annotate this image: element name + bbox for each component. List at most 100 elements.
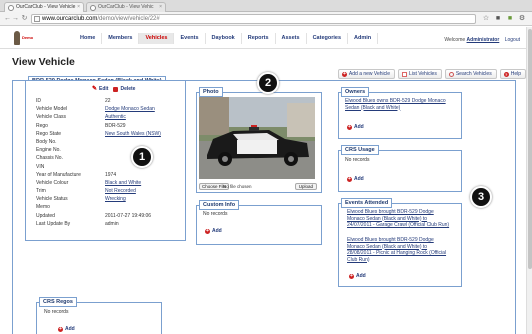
nav-admin[interactable]: Admin — [348, 33, 379, 44]
field-label: Rego State — [36, 130, 62, 137]
vehicle-field-row: Engine No. — [33, 146, 183, 154]
browser-tab-active[interactable]: OurCarClub - View Vehicle × — [4, 2, 84, 12]
crs-regos-add-button[interactable]: + Add — [58, 326, 75, 332]
field-label: ID — [36, 98, 41, 104]
forward-icon[interactable]: → — [11, 14, 20, 23]
logo-figure-icon — [14, 31, 20, 45]
address-bar[interactable]: www.ourcarclub.com/demo/view/vehicle/22# — [31, 14, 476, 24]
page-title: View Vehicle — [12, 56, 75, 68]
crs-usage-empty: No records — [345, 157, 370, 163]
vehicle-field-row: Vehicle Colour Black and White — [33, 179, 183, 187]
extension-icon[interactable]: ■ — [506, 15, 514, 23]
events-add-button[interactable]: + Add — [349, 273, 366, 279]
page-scrollbar[interactable] — [526, 27, 532, 334]
search-icon — [448, 71, 454, 77]
owners-add-button[interactable]: + Add — [347, 124, 364, 130]
field-label: Last Update By — [36, 220, 71, 227]
edit-label: Edit — [99, 86, 109, 92]
field-value: admin — [105, 220, 119, 227]
vehicle-field-row: Chassis No. — [33, 154, 183, 162]
field-label: Vehicle Model — [36, 106, 68, 113]
help-button[interactable]: ? Help — [499, 69, 526, 79]
scrollbar-thumb[interactable] — [528, 29, 532, 269]
nav-reports[interactable]: Reports — [242, 33, 276, 44]
favicon-icon — [8, 5, 14, 11]
close-tab-icon[interactable]: × — [77, 4, 80, 10]
add-icon: + — [349, 272, 354, 279]
callout-1: 1 — [131, 146, 153, 168]
photo-title: Photo — [199, 87, 223, 97]
delete-button[interactable]: Delete — [113, 86, 135, 92]
browser-tab-inactive[interactable]: OurCarClub - View Vehic × — [86, 2, 166, 12]
bookmark-star-icon[interactable]: ☆ — [482, 15, 490, 23]
vehicle-field-row: Rego BDR-529 — [33, 122, 183, 130]
nav-members[interactable]: Members — [102, 33, 140, 44]
add-icon: + — [205, 227, 210, 234]
nav-assets[interactable]: Assets — [276, 33, 307, 44]
nav-daybook[interactable]: Daybook — [206, 33, 242, 44]
custom-info-add-button[interactable]: + Add — [205, 228, 222, 234]
field-value[interactable]: Not Recorded — [105, 187, 136, 195]
wrench-icon[interactable]: ⚙ — [518, 15, 526, 23]
vehicle-field-row: VIN — [33, 163, 183, 171]
search-vehicles-button[interactable]: Search Vehicles — [444, 69, 497, 79]
edit-button[interactable]: ✎ Edit — [92, 86, 109, 93]
logout-link[interactable]: Logout — [505, 37, 520, 43]
file-status: No file chosen — [223, 184, 252, 189]
user-link[interactable]: Administrator — [467, 37, 500, 43]
crs-regos-body: No records — [42, 307, 156, 317]
field-label: Trim — [36, 188, 46, 195]
favicon-icon — [90, 5, 96, 11]
app-header: Demo Home Members Vehicles Events Dayboo… — [0, 27, 532, 49]
field-value[interactable]: Dodge Monaco Sedan — [105, 105, 155, 113]
owners-add-label: Add — [354, 124, 364, 130]
field-label: Chassis No. — [36, 155, 63, 162]
club-logo[interactable]: Demo — [12, 31, 38, 45]
extension-icon[interactable]: ■ — [494, 15, 502, 23]
field-value[interactable]: Authentic — [105, 113, 126, 121]
page-icon — [34, 16, 40, 22]
welcome-text: Welcome Administrator Logout — [444, 37, 520, 43]
crs-usage-add-button[interactable]: + Add — [347, 176, 364, 182]
main-nav: Home Members Vehicles Events Daybook Rep… — [74, 33, 379, 44]
vehicle-field-row: Vehicle Model Dodge Monaco Sedan — [33, 105, 183, 113]
field-value[interactable]: New South Wales (NSW) — [105, 130, 161, 138]
custom-info-empty: No records — [203, 211, 228, 217]
vehicle-field-row: ID 22 — [33, 97, 183, 105]
vehicle-fields: ID 22 Vehicle Model Dodge Monaco Sedan Vehic… — [33, 97, 183, 228]
nav-categories[interactable]: Categories — [307, 33, 349, 44]
browser-toolbar: ← → ↻ www.ourcarclub.com/demo/view/vehic… — [0, 12, 532, 26]
add-icon: + — [58, 325, 63, 332]
nav-events[interactable]: Events — [174, 33, 206, 44]
upload-button[interactable]: Upload — [294, 183, 317, 190]
nav-vehicles[interactable]: Vehicles — [139, 33, 175, 44]
list-vehicles-button[interactable]: List Vehicles — [398, 69, 442, 79]
events-title: Events Attended — [341, 198, 393, 208]
event-link[interactable]: Elwood Blues brought BDR-529 Dodge Monac… — [347, 209, 451, 229]
photo-upload-row: Choose File No file chosen Upload — [199, 183, 318, 190]
vehicle-field-row: Body No. — [33, 138, 183, 146]
trash-icon — [113, 86, 119, 92]
help-label: Help — [510, 71, 521, 77]
logo-text: Demo — [22, 35, 34, 40]
browser-tab-bar: OurCarClub - View Vehicle × OurCarClub -… — [0, 0, 532, 12]
vehicle-field-row: Updated 2011-07-27 19:49:06 — [33, 212, 183, 220]
add-icon: + — [347, 123, 352, 130]
browser-tab-label: OurCarClub - View Vehic — [98, 4, 154, 10]
nav-home[interactable]: Home — [74, 33, 103, 44]
field-value[interactable]: Wrecking — [105, 195, 126, 203]
url-path: /demo/view/vehicle/22# — [97, 16, 160, 22]
field-label: VIN — [36, 163, 45, 170]
add-vehicle-button[interactable]: + Add a new Vehicle — [337, 69, 396, 79]
delete-label: Delete — [120, 86, 136, 92]
reload-icon[interactable]: ↻ — [20, 14, 29, 23]
event-link[interactable]: Elwood Blues brought BDR-529 Dodge Monac… — [347, 237, 451, 263]
vehicle-field-row: Vehicle Class Authentic — [33, 113, 183, 121]
field-value: BDR-529 — [105, 122, 126, 129]
owner-link[interactable]: Elwood Blues owns BDR-529 Dodge Monaco S… — [345, 98, 453, 111]
list-icon — [402, 71, 408, 77]
close-tab-icon[interactable]: × — [159, 4, 162, 10]
callout-3: 3 — [470, 186, 492, 208]
field-value[interactable]: Black and White — [105, 179, 141, 187]
list-vehicles-label: List Vehicles — [409, 71, 437, 77]
